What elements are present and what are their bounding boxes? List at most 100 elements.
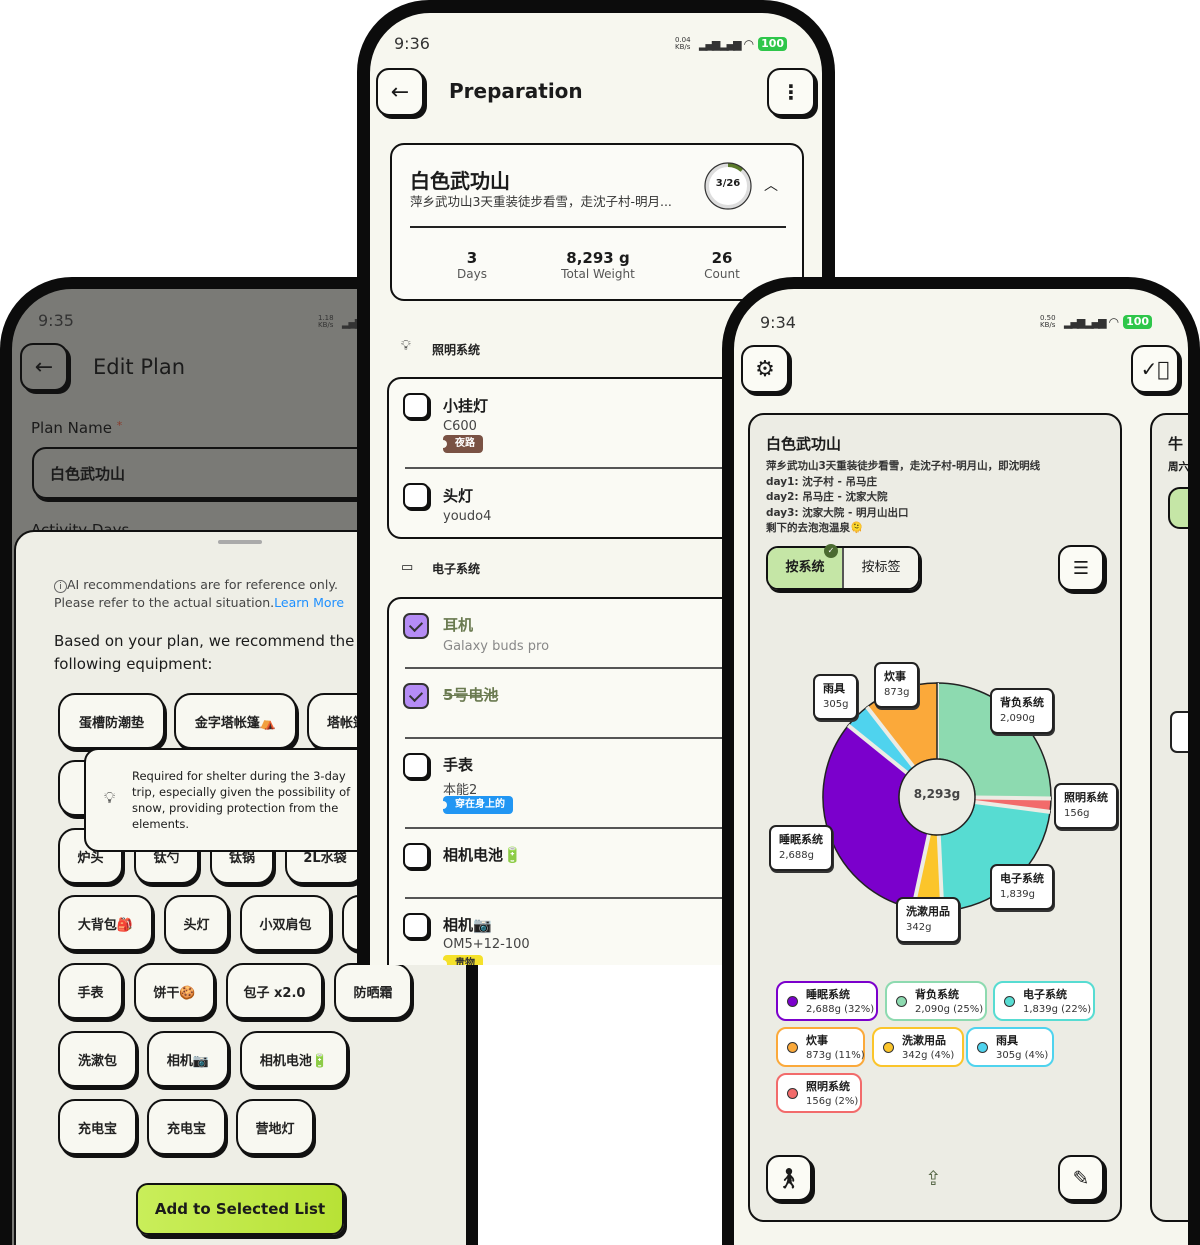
learn-more-link[interactable]: Learn More [274,595,344,610]
stat-total-weight: 8,293 g Total Weight [561,249,635,281]
hiker-icon: 🚶︎ [776,1166,802,1190]
more-menu-button[interactable]: ⋮ [767,68,815,116]
more-vertical-icon: ⋮ [781,80,801,104]
chip[interactable]: 营地灯 [236,1099,314,1155]
next-plan-card[interactable]: 牛 周六 [1150,413,1188,1222]
legend-item[interactable]: 电子系统 1,839g (22%) [993,981,1095,1021]
progress-label: 3/26 [715,178,741,189]
seg-control-partial[interactable] [1168,487,1188,529]
status-time: 9:35 [38,311,74,330]
chip[interactable]: 相机📷 [147,1031,229,1087]
pie-label: 照明系统 156g [1054,783,1118,829]
devices-icon: ▭ [401,560,414,575]
settings-button[interactable]: ⚙ [741,345,789,393]
legend-item[interactable]: 洗漱用品 342g (4%) [872,1027,964,1067]
section-header: 电子系统 [432,562,481,576]
share-icon[interactable]: ⇪ [925,1166,942,1190]
legend-value: 2,090g (25%) [915,1004,984,1015]
item-checkbox[interactable] [403,753,429,779]
chip[interactable]: 包子 x2.0 [226,963,323,1019]
item-checkbox-checked[interactable] [403,683,429,709]
item-checkbox-checked[interactable] [403,613,429,639]
pie-label-name: 睡眠系统 [779,833,823,846]
item-name: 5号电池 [443,686,499,704]
chip[interactable]: 头灯 [164,895,229,951]
pie-label-value: 305g [823,699,849,710]
item-sub: OM5+12-100 [443,937,530,952]
legend-value: 156g (2%) [806,1096,859,1107]
chip[interactable]: 防晒霜 [334,963,412,1019]
pie-label: 睡眠系统 2,688g [769,825,833,871]
legend-name: 电子系统 [1023,988,1067,1001]
right-phone: 9:34 0.50 KB/s ▂▄▆ ▂▄▆ ◠ 100 ⚙ ✓⃝ 白色武功山 萍乡武… [722,277,1200,1245]
legend-name: 雨具 [996,1034,1018,1047]
chip[interactable]: 小双肩包 [240,895,331,951]
item-sub: youdo4 [443,509,492,524]
pie-label-value: 342g [906,922,932,933]
item-checkbox[interactable] [403,843,429,869]
battery-icon: 100 [1123,315,1153,329]
info-icon: i [54,580,67,593]
legend-value: 305g (4%) [996,1050,1049,1061]
item-checkbox[interactable] [403,483,429,509]
pie-label-name: 雨具 [823,682,845,695]
pie-label: 洗漱用品 342g [896,897,960,943]
legend-item[interactable]: 睡眠系统 2,688g (32%) [776,981,878,1021]
item-name: 相机电池🔋 [443,846,522,864]
gear-icon: ⚙ [755,356,775,382]
chip[interactable]: 洗漱包 [58,1031,137,1087]
edit-button[interactable]: ✎ [1058,1155,1104,1201]
arrow-left-icon: ← [390,79,410,105]
chip[interactable]: 充电宝 [147,1099,226,1155]
chip[interactable]: 饼干🍪 [134,963,215,1019]
drag-handle[interactable] [218,540,262,544]
legend-item[interactable]: 雨具 305g (4%) [966,1027,1054,1067]
item-name: 耳机 [443,616,474,634]
page-title: Preparation [449,79,583,103]
check-plus-button[interactable]: ✓⃝ [1131,345,1179,393]
slice-gap [974,795,1052,801]
legend-item[interactable]: 炊事 873g (11%) [776,1027,865,1067]
back-button[interactable]: ← [20,343,68,391]
back-button[interactable]: ← [376,68,424,116]
item-checkbox[interactable] [403,393,429,419]
recommendation-tooltip: 💡︎ Required for shelter during the 3-day… [84,748,384,852]
pie-center-label: 8,293g [913,787,961,801]
item-name: 小挂灯 [443,397,489,415]
pie-label-name: 照明系统 [1064,791,1108,804]
battery-icon: 100 [758,37,788,51]
legend-item[interactable]: 照明系统 156g (2%) [776,1073,862,1113]
chip[interactable]: 蛋槽防潮垫 [58,693,165,749]
plan-name-label: Plan Name * [31,419,123,437]
plan-card[interactable]: 白色武功山 萍乡武功山3天重装徒步看雪，走沈子村-明月山，即沈明线 day1: 沈… [748,413,1122,1222]
pie-label-value: 873g [884,687,910,698]
legend-name: 洗漱用品 [902,1034,946,1047]
lightbulb-icon: 💡︎ [401,338,411,354]
item-sub: Galaxy buds pro [443,639,550,654]
legend-dot [1004,996,1015,1007]
pie-label-value: 1,839g [1000,889,1035,900]
pie-label-value: 2,688g [779,850,814,861]
stat-count: 26 Count [704,249,740,281]
legend-name: 炊事 [806,1034,828,1047]
plan-summary-card[interactable]: 白色武功山 萍乡武功山3天重装徒步看雪，走沈子村-明月... 3/26 ︿ 3D… [390,143,804,301]
item-checkbox[interactable] [403,913,429,939]
chip[interactable]: 相机电池🔋 [240,1031,348,1087]
chip[interactable]: 充电宝 [58,1099,137,1155]
chevron-up-icon[interactable]: ︿ [764,175,778,195]
chip[interactable]: 金字塔帐篷⛺ [174,693,297,749]
net-speed: 1.18 KB/s ▂▄▆ [318,314,363,329]
pie-label: 背负系统 2,090g [990,688,1054,734]
status-icons: 0.04 KB/s ▂▄▆ ▂▄▆ ◠ 100 [675,37,788,51]
hiking-mode-button[interactable]: 🚶︎ [766,1155,812,1201]
plan-title: 白色武功山 [410,169,510,193]
legend-item[interactable]: 背负系统 2,090g (25%) [885,981,987,1021]
wifi-icon: ◠ [1108,314,1120,329]
legend-dot [883,1042,894,1053]
chip[interactable]: 大背包🎒 [58,895,153,951]
pie-label: 雨具 305g [813,674,859,720]
item-tag: 贵物 [439,955,483,965]
pie-label-value: 156g [1064,808,1090,819]
add-to-selected-list-button[interactable]: Add to Selected List [136,1183,344,1235]
chip[interactable]: 手表 [58,963,123,1019]
